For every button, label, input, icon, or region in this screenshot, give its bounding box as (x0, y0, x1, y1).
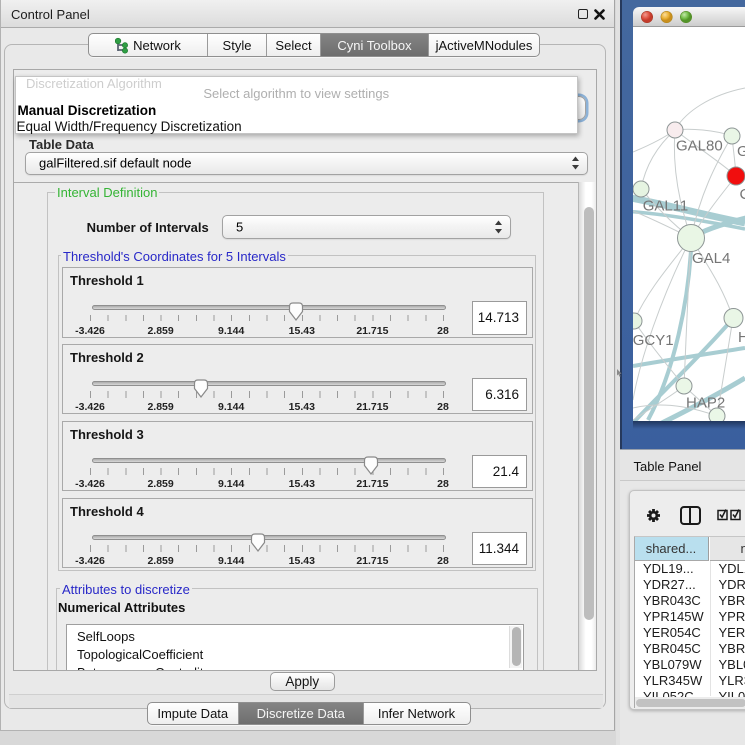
svg-text:GA: GA (737, 143, 745, 160)
svg-text:GAL80: GAL80 (676, 138, 723, 155)
svg-text:GAL4: GAL4 (692, 250, 730, 267)
svg-text:HAP2: HAP2 (686, 395, 725, 412)
svg-text:H: H (738, 329, 745, 346)
svg-text:C: C (740, 186, 745, 203)
svg-text:GCY1: GCY1 (633, 332, 674, 349)
svg-text:GAL11: GAL11 (643, 198, 689, 215)
